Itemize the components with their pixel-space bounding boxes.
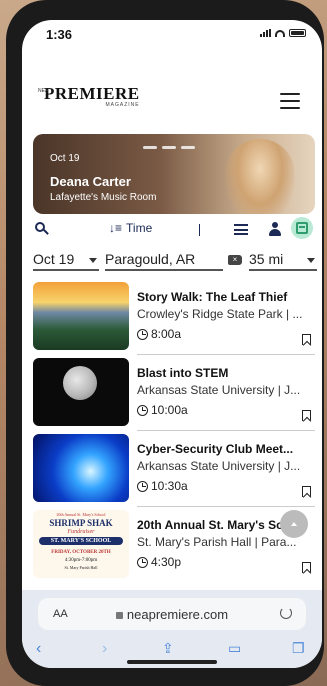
event-thumbnail [33, 434, 129, 502]
event-title[interactable]: Blast into STEM [137, 366, 315, 380]
list-item[interactable]: Story Walk: The Leaf Thief Crowley's Rid… [33, 282, 315, 358]
event-venue: Arkansas State University | J... [137, 383, 301, 397]
clock-icon [137, 556, 148, 568]
event-list: Story Walk: The Leaf Thief Crowley's Rid… [33, 282, 315, 586]
distance-filter[interactable]: 35 mi [249, 249, 317, 271]
date-filter-value: Oct 19 [33, 251, 75, 267]
flyer-text: Fundraiser [67, 529, 95, 535]
event-toolbar: ↓≡ Time [33, 217, 315, 244]
phone-frame: 1:36 NEA PREMIERE MAGAZINE Oct 19 Deana … [6, 0, 324, 686]
event-time: 8:00a [151, 327, 182, 341]
list-view-icon[interactable] [234, 224, 248, 235]
event-title[interactable]: Cyber-Security Club Meet... [137, 442, 315, 456]
toolbar-divider [199, 224, 200, 236]
event-time: 4:30p [151, 555, 182, 569]
clock-icon [137, 480, 148, 492]
event-thumbnail [33, 282, 129, 350]
scroll-to-top-button[interactable] [280, 510, 308, 538]
wifi-icon [275, 29, 285, 37]
status-icons [260, 29, 306, 37]
divider [137, 354, 315, 355]
filter-bar: Oct 19 Paragould, AR × 35 mi [33, 249, 317, 271]
status-time: 1:36 [46, 27, 73, 42]
chevron-down-icon [89, 258, 97, 263]
bookmarks-icon[interactable]: ▭ [228, 640, 241, 657]
address-bar[interactable]: AA neapremiere.com [38, 598, 306, 630]
divider [137, 430, 315, 431]
date-filter[interactable]: Oct 19 [33, 249, 99, 271]
list-item[interactable]: Cyber-Security Club Meet... Arkansas Sta… [33, 434, 315, 510]
logo-main: PREMIERE [44, 84, 140, 103]
browser-chrome: AA neapremiere.com ‹ › ⇪ ▭ ❐ [22, 590, 322, 668]
share-icon[interactable]: ⇪ [162, 640, 174, 657]
logo-sub: NEA [38, 88, 49, 94]
reload-icon[interactable] [280, 607, 292, 619]
flyer-text: St. Mary Parish Hall [64, 565, 98, 570]
sort-label: Time [126, 221, 153, 235]
event-venue: Crowley's Ridge State Park | ... [137, 307, 303, 321]
hero-photo [225, 139, 295, 214]
bookmark-icon[interactable] [302, 410, 311, 421]
flyer-text: FRIDAY, OCTOBER 20TH [51, 550, 111, 555]
featured-event-carousel[interactable]: Oct 19 Deana Carter Lafayette's Music Ro… [33, 134, 315, 214]
url-text: neapremiere.com [126, 607, 229, 622]
list-item[interactable]: 20th Annual St. Mary's School SHRIMP SHA… [33, 510, 315, 586]
cellular-signal-icon [260, 29, 271, 37]
user-icon[interactable] [269, 222, 281, 236]
list-item[interactable]: Blast into STEM Arkansas State Universit… [33, 358, 315, 434]
calendar-icon[interactable] [291, 217, 313, 239]
hero-title: Deana Carter [50, 174, 131, 189]
tabs-icon[interactable]: ❐ [292, 640, 305, 657]
search-icon[interactable] [35, 222, 49, 236]
divider [137, 506, 315, 507]
flyer-text: 20th Annual St. Mary's School [56, 512, 106, 517]
event-venue: Arkansas State University | J... [137, 459, 301, 473]
home-indicator [127, 660, 217, 664]
status-bar: 1:36 [22, 20, 322, 48]
bookmark-icon[interactable] [302, 562, 311, 573]
chevron-down-icon [307, 258, 315, 263]
sort-button[interactable]: ↓≡ Time [109, 221, 152, 235]
battery-icon [289, 29, 306, 37]
event-time: 10:30a [151, 479, 188, 493]
location-filter[interactable]: Paragould, AR [105, 249, 223, 271]
back-icon[interactable]: ‹ [36, 640, 41, 658]
clock-icon [137, 404, 148, 416]
screen: 1:36 NEA PREMIERE MAGAZINE Oct 19 Deana … [22, 20, 322, 668]
hero-venue: Lafayette's Music Room [50, 192, 157, 203]
flyer-text: 4:30pm-7:00pm [64, 558, 98, 563]
site-header: NEA PREMIERE MAGAZINE [22, 48, 322, 120]
bookmark-icon[interactable] [302, 334, 311, 345]
location-filter-value: Paragould, AR [105, 251, 196, 267]
event-time: 10:00a [151, 403, 188, 417]
site-logo[interactable]: NEA PREMIERE MAGAZINE [38, 84, 140, 108]
carousel-indicators[interactable] [143, 146, 195, 149]
hero-date: Oct 19 [50, 153, 80, 164]
event-title[interactable]: Story Walk: The Leaf Thief [137, 290, 315, 304]
clock-icon [137, 328, 148, 340]
clear-location-icon[interactable]: × [228, 255, 242, 265]
flyer-text: ST. MARY'S SCHOOL [39, 537, 123, 545]
distance-filter-value: 35 mi [249, 251, 284, 267]
lock-icon [115, 612, 123, 619]
bookmark-icon[interactable] [302, 486, 311, 497]
event-thumbnail: 20th Annual St. Mary's School SHRIMP SHA… [33, 510, 129, 578]
forward-icon[interactable]: › [102, 640, 107, 658]
event-thumbnail [33, 358, 129, 426]
sort-icon: ↓≡ [109, 221, 123, 235]
flyer-text: SHRIMP SHAK [49, 518, 113, 528]
menu-icon[interactable] [280, 93, 300, 109]
